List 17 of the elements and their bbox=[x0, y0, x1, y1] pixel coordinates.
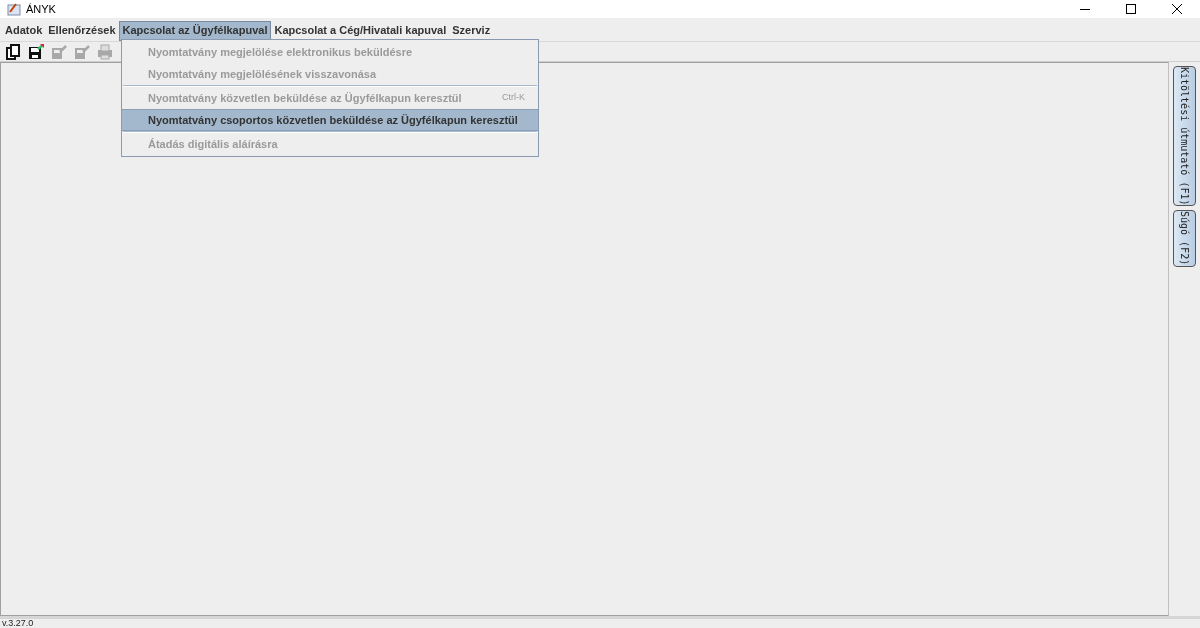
maximize-icon bbox=[1126, 4, 1136, 14]
menu-item[interactable]: Kapcsolat a Cég/Hivatali kapuval bbox=[271, 20, 450, 41]
version-text: v.3.27.0 bbox=[2, 619, 34, 628]
shortcut-text: Ctrl-K bbox=[502, 91, 525, 105]
copy-icon[interactable] bbox=[5, 43, 21, 60]
app-icon bbox=[7, 2, 21, 16]
side-tab[interactable]: Súgó (F2) bbox=[1173, 210, 1196, 267]
menu-item[interactable]: Ellenőrzések bbox=[45, 20, 119, 41]
menu-item[interactable]: Adatok bbox=[2, 20, 46, 41]
menu-item[interactable]: Szerviz bbox=[449, 20, 494, 41]
side-tab[interactable]: Kitöltési útmutató (F1) bbox=[1173, 66, 1196, 207]
menu-item[interactable]: Kapcsolat az Ügyfélkapuval bbox=[118, 20, 272, 41]
minimize-icon bbox=[1080, 8, 1090, 10]
save-icon[interactable] bbox=[28, 43, 44, 60]
close-icon bbox=[1172, 4, 1182, 14]
window-title: ÁNYK bbox=[26, 1, 56, 17]
dropdown-item[interactable]: Nyomtatvány csoportos közvetlen beküldése az Ügyfélkapun keresztül bbox=[122, 109, 538, 131]
